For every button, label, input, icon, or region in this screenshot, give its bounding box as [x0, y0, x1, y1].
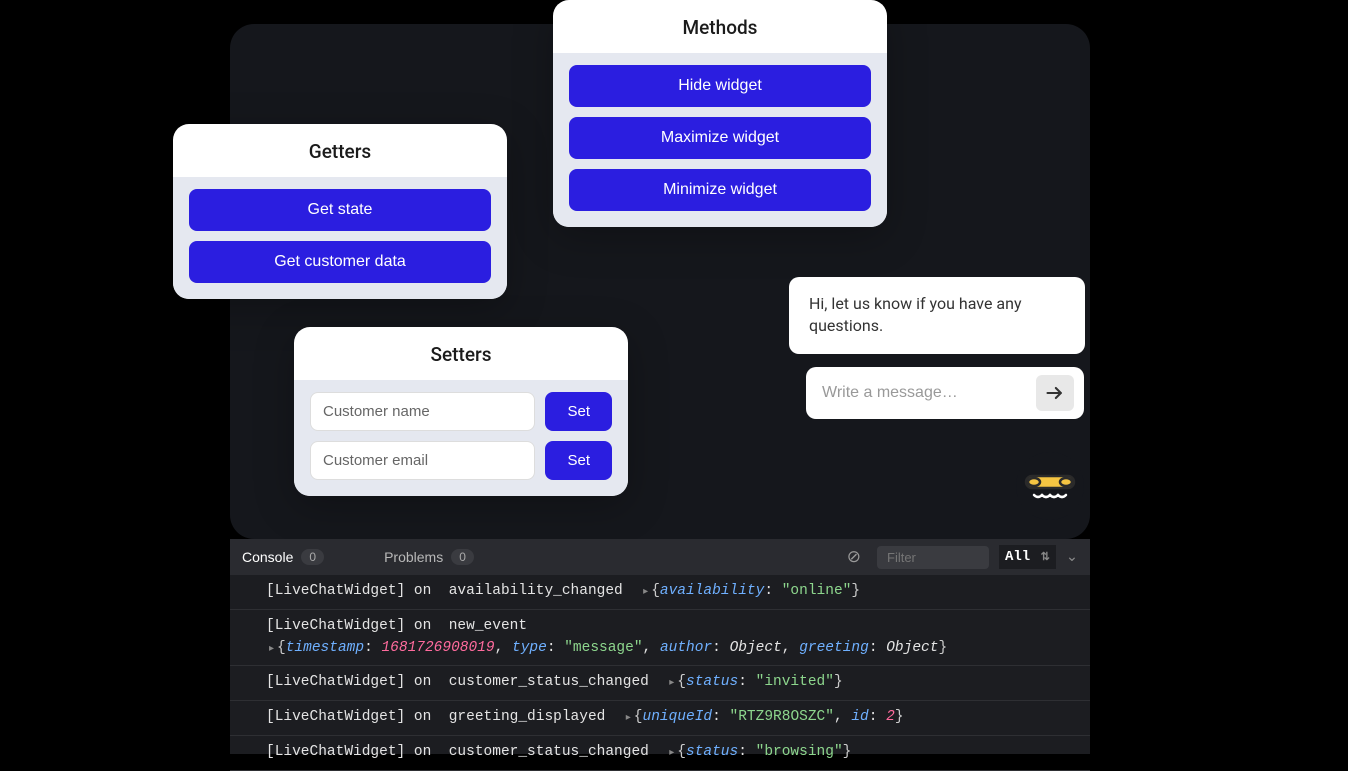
console-header: Console 0 Problems 0 ⊘ All ⇅ ⌄: [230, 539, 1090, 575]
methods-body: Hide widget Maximize widget Minimize wid…: [553, 53, 887, 227]
console-log-row[interactable]: [LiveChatWidget] on customer_status_chan…: [230, 666, 1090, 701]
hide-widget-button[interactable]: Hide widget: [569, 65, 871, 107]
clear-console-icon[interactable]: ⊘: [847, 547, 861, 568]
console-count-badge: 0: [301, 549, 324, 565]
send-icon: [1045, 383, 1065, 403]
getters-panel: Getters Get state Get customer data: [173, 124, 507, 299]
setters-title: Setters: [294, 327, 628, 380]
console-body: [LiveChatWidget] on availability_changed…: [230, 575, 1090, 771]
tab-console-label: Console: [242, 549, 293, 565]
expand-icon[interactable]: ⌄: [1066, 549, 1078, 566]
set-email-button[interactable]: Set: [545, 441, 612, 480]
tab-problems[interactable]: Problems 0: [384, 549, 474, 565]
send-button[interactable]: [1036, 375, 1074, 411]
methods-panel: Methods Hide widget Maximize widget Mini…: [553, 0, 887, 227]
console-log-row[interactable]: [LiveChatWidget] on new_event▸{timestamp…: [230, 610, 1090, 667]
updown-icon: ⇅: [1041, 552, 1050, 564]
maximize-widget-button[interactable]: Maximize widget: [569, 117, 871, 159]
console-filter-input[interactable]: [877, 546, 989, 569]
setter-row: Set: [310, 441, 612, 480]
set-name-button[interactable]: Set: [545, 392, 612, 431]
chat-widget-launcher[interactable]: [1016, 452, 1084, 520]
customer-email-input[interactable]: [310, 441, 535, 480]
methods-title: Methods: [553, 0, 887, 53]
getters-body: Get state Get customer data: [173, 177, 507, 299]
chat-greeting-text: Hi, let us know if you have any question…: [809, 294, 1022, 335]
console-log-row[interactable]: [LiveChatWidget] on greeting_displayed ▸…: [230, 701, 1090, 736]
log-level-label: All: [1005, 549, 1030, 565]
minimize-widget-button[interactable]: Minimize widget: [569, 169, 871, 211]
chat-input-container: [806, 367, 1084, 419]
customer-name-input[interactable]: [310, 392, 535, 431]
chat-message-input[interactable]: [822, 384, 1036, 402]
log-level-select[interactable]: All ⇅: [999, 545, 1056, 569]
tab-console[interactable]: Console 0: [242, 549, 324, 565]
get-state-button[interactable]: Get state: [189, 189, 491, 231]
problems-count-badge: 0: [451, 549, 474, 565]
devtools-console: Console 0 Problems 0 ⊘ All ⇅ ⌄ [LiveChat…: [230, 539, 1090, 754]
setter-row: Set: [310, 392, 612, 431]
get-customer-data-button[interactable]: Get customer data: [189, 241, 491, 283]
hotdog-icon: [1022, 468, 1078, 504]
console-log-row[interactable]: [LiveChatWidget] on customer_status_chan…: [230, 736, 1090, 771]
getters-title: Getters: [173, 124, 507, 177]
chat-greeting-bubble: Hi, let us know if you have any question…: [789, 277, 1085, 354]
setters-panel: Setters Set Set: [294, 327, 628, 496]
tab-problems-label: Problems: [384, 549, 443, 565]
console-log-row[interactable]: [LiveChatWidget] on availability_changed…: [230, 575, 1090, 610]
setters-body: Set Set: [294, 380, 628, 496]
